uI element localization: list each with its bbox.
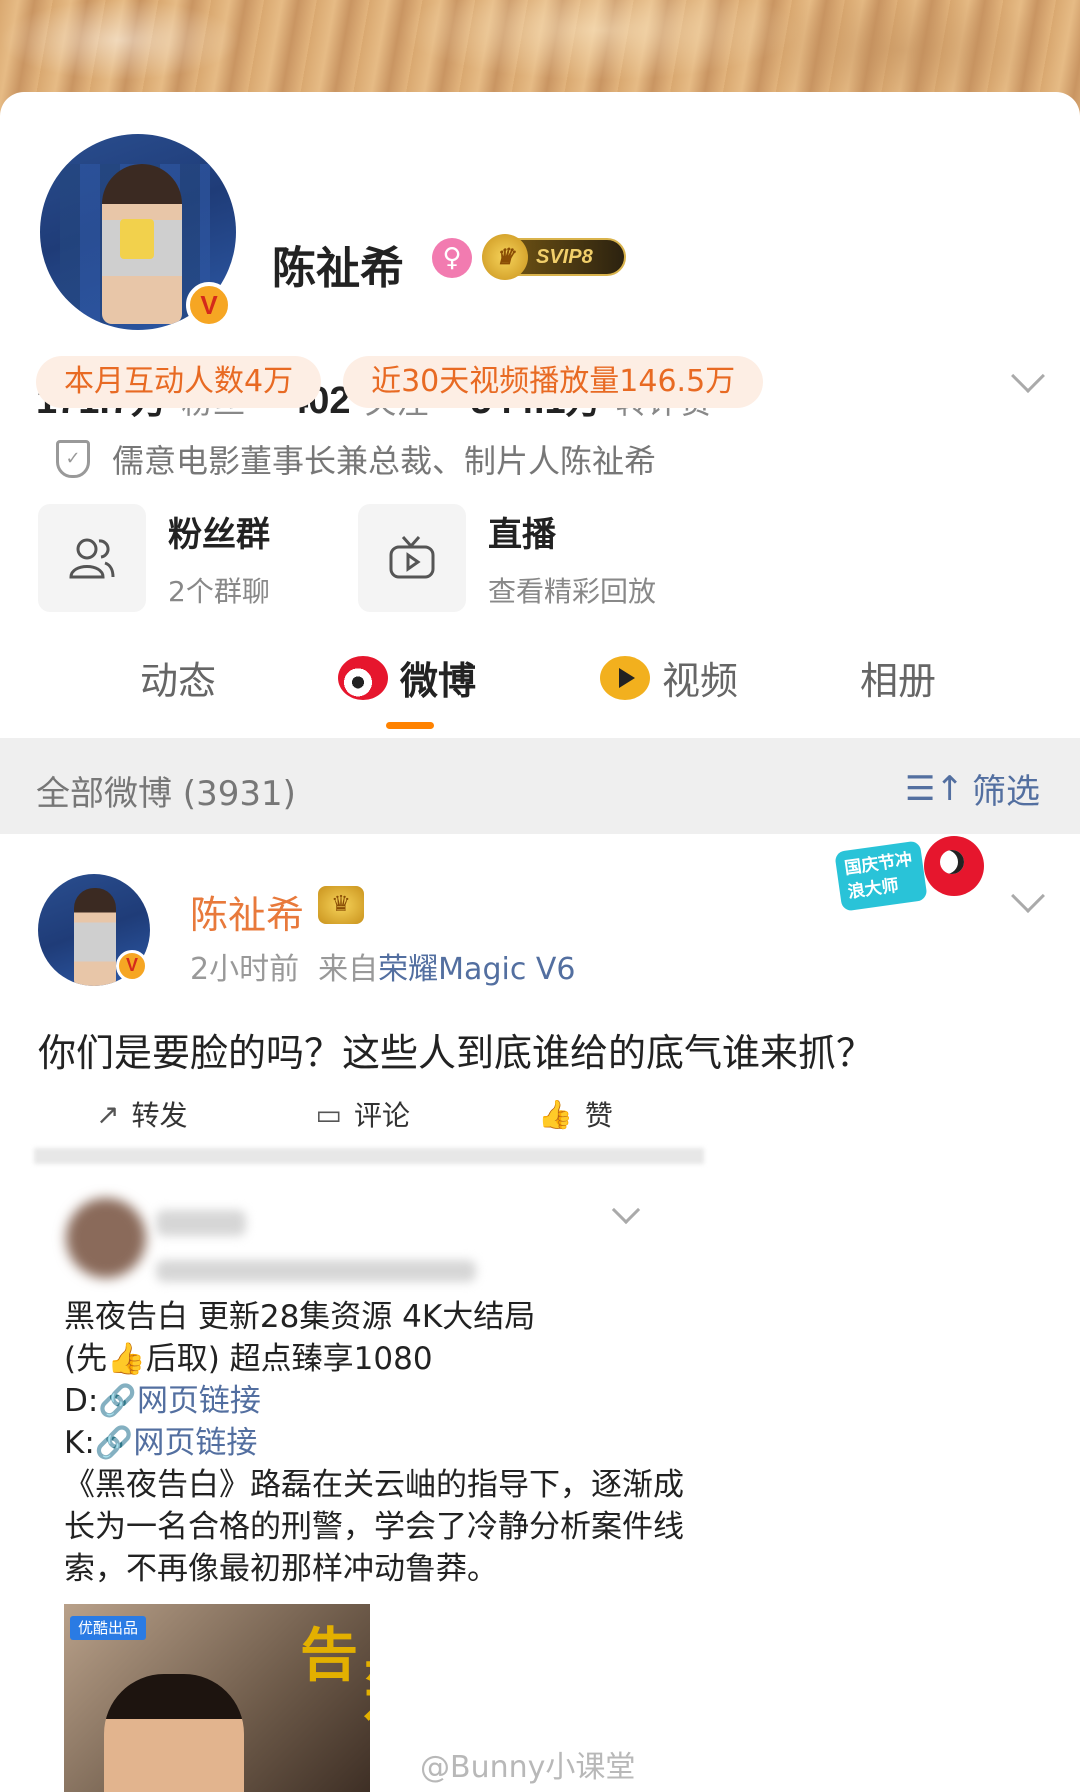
fan-group-tile[interactable]: 粉丝群 2个群聊	[38, 504, 358, 612]
monthly-interaction-pill[interactable]: 本月互动人数4万	[36, 356, 322, 408]
video-plays-pill[interactable]: 近30天视频播放量146.5万	[343, 356, 764, 408]
link-icon: 🔗	[94, 1425, 134, 1461]
event-badge-text: 国庆节冲浪大师	[834, 840, 928, 912]
live-title: 直播	[488, 514, 556, 555]
holiday-event-badge[interactable]: 国庆节冲浪大师	[834, 836, 998, 916]
tab-feed[interactable]: 动态	[140, 650, 216, 705]
post-filter-bar: 全部微博 (3931) ☰↑ 筛选	[0, 738, 1080, 834]
poster-tag: 优酷出品	[70, 1616, 147, 1640]
filter-sort-icon: ☰↑	[905, 768, 964, 809]
repost-icon: ↗	[96, 1097, 120, 1131]
tab-weibo-label: 微博	[400, 659, 477, 703]
post-vip-crown-icon: ♛	[318, 886, 364, 924]
blurred-name	[156, 1210, 246, 1236]
svip-label: SVIP8	[536, 246, 593, 268]
post-body-text: 你们是要脸的吗？这些人到底谁给的底气谁来抓？	[38, 1031, 875, 1075]
link-d-prefix: D:	[64, 1383, 99, 1419]
profile-tabs: 动态 微博 视频 相册	[0, 650, 1080, 730]
embedded-link-k: K:🔗网页链接	[64, 1422, 704, 1464]
post-meta: 2小时前 来自荣耀Magic V6	[190, 944, 575, 988]
post-verified-v-icon: V	[116, 950, 148, 982]
embedded-link-d: D:🔗网页链接	[64, 1380, 704, 1422]
fan-group-title: 粉丝群	[168, 514, 270, 555]
embedded-line-2a: (先	[64, 1341, 108, 1377]
comment-button[interactable]: ▭ 评论	[315, 1094, 409, 1134]
watermark: @Bunny小课堂	[420, 1750, 636, 1785]
filter-label: 筛选	[972, 772, 1040, 812]
profile-highlight-pills: 本月互动人数4万 近30天视频播放量146.5万	[36, 356, 785, 408]
embedded-line-1: 黑夜告白 更新28集资源 4K大结局	[64, 1299, 536, 1335]
embedded-line-2b: 后取) 超点臻享1080	[145, 1341, 433, 1377]
repost-button[interactable]: ↗ 转发	[96, 1094, 187, 1134]
group-icon	[38, 504, 146, 612]
verified-v-icon: V	[186, 282, 232, 328]
embedded-post-screenshot: 黑夜告白 更新28集资源 4K大结局 (先👍后取) 超点臻享1080 D:🔗网页…	[38, 1168, 708, 1792]
like-label: 赞	[584, 1099, 613, 1132]
post-actions: ↗ 转发 ▭ 评论 👍 赞	[96, 1094, 741, 1134]
like-button[interactable]: 👍 赞	[538, 1094, 613, 1134]
live-tile[interactable]: 直播 查看精彩回放	[358, 504, 678, 612]
comment-label: 评论	[353, 1099, 410, 1132]
live-subtitle: 查看精彩回放	[488, 574, 657, 608]
vip-crown-icon: ♛	[482, 234, 528, 280]
fan-group-subtitle: 2个群聊	[168, 574, 270, 608]
female-gender-icon: ♀	[432, 238, 472, 278]
svip-badge[interactable]: ♛ SVIP8	[482, 234, 626, 280]
post-count: 全部微博 (3931)	[36, 774, 296, 814]
weibo-mascot-icon	[924, 836, 984, 896]
post-device[interactable]: 荣耀Magic V6	[378, 952, 575, 987]
repost-label: 转发	[131, 1099, 188, 1132]
comment-icon: ▭	[315, 1097, 342, 1131]
tab-album[interactable]: 相册	[860, 650, 936, 705]
shield-verified-icon: ✓	[56, 440, 90, 478]
post-time: 2小时前	[190, 952, 300, 987]
active-tab-indicator	[386, 722, 434, 729]
embedded-text: 黑夜告白 更新28集资源 4K大结局 (先👍后取) 超点臻享1080 D:🔗网页…	[64, 1296, 704, 1590]
embedded-summary: 《黑夜告白》路磊在关云岫的指导下，逐渐成长为一名合格的刑警，学会了冷静分析案件线…	[64, 1467, 684, 1587]
post-author-name[interactable]: 陈祉希	[190, 884, 304, 939]
poster-title: 黑夜告	[290, 1624, 370, 1740]
thumbs-up-emoji-icon: 👍	[107, 1341, 146, 1377]
profile-name: 陈祉希	[272, 243, 404, 294]
embedded-line-2: (先👍后取) 超点臻享1080	[64, 1338, 704, 1380]
verification-text: 儒意电影董事长兼总裁、制片人陈祉希	[112, 442, 657, 480]
blurred-avatar	[66, 1198, 146, 1278]
thumbs-up-icon: 👍	[537, 1097, 573, 1131]
filter-button[interactable]: ☰↑ 筛选	[905, 764, 1040, 813]
link-k-text[interactable]: 网页链接	[133, 1425, 257, 1461]
video-play-icon	[600, 655, 650, 700]
drama-poster-image[interactable]: 优酷出品 黑夜告	[64, 1604, 370, 1792]
link-icon: 🔗	[98, 1383, 137, 1419]
link-k-prefix: K:	[64, 1425, 95, 1461]
tv-icon	[358, 504, 466, 612]
profile-entry-tiles: 粉丝群 2个群聊 直播 查看精彩回放	[38, 504, 678, 612]
tab-weibo[interactable]: 微博	[338, 650, 476, 705]
tab-video[interactable]: 视频	[600, 650, 738, 705]
blurred-meta	[156, 1260, 476, 1282]
weibo-logo-icon	[338, 655, 388, 700]
embedded-top-divider	[34, 1148, 704, 1164]
post-source-prefix: 来自	[318, 952, 379, 987]
tab-video-label: 视频	[662, 659, 739, 703]
verification-info: ✓ 儒意电影董事长兼总裁、制片人陈祉希	[56, 436, 656, 482]
link-d-text[interactable]: 网页链接	[137, 1383, 261, 1419]
